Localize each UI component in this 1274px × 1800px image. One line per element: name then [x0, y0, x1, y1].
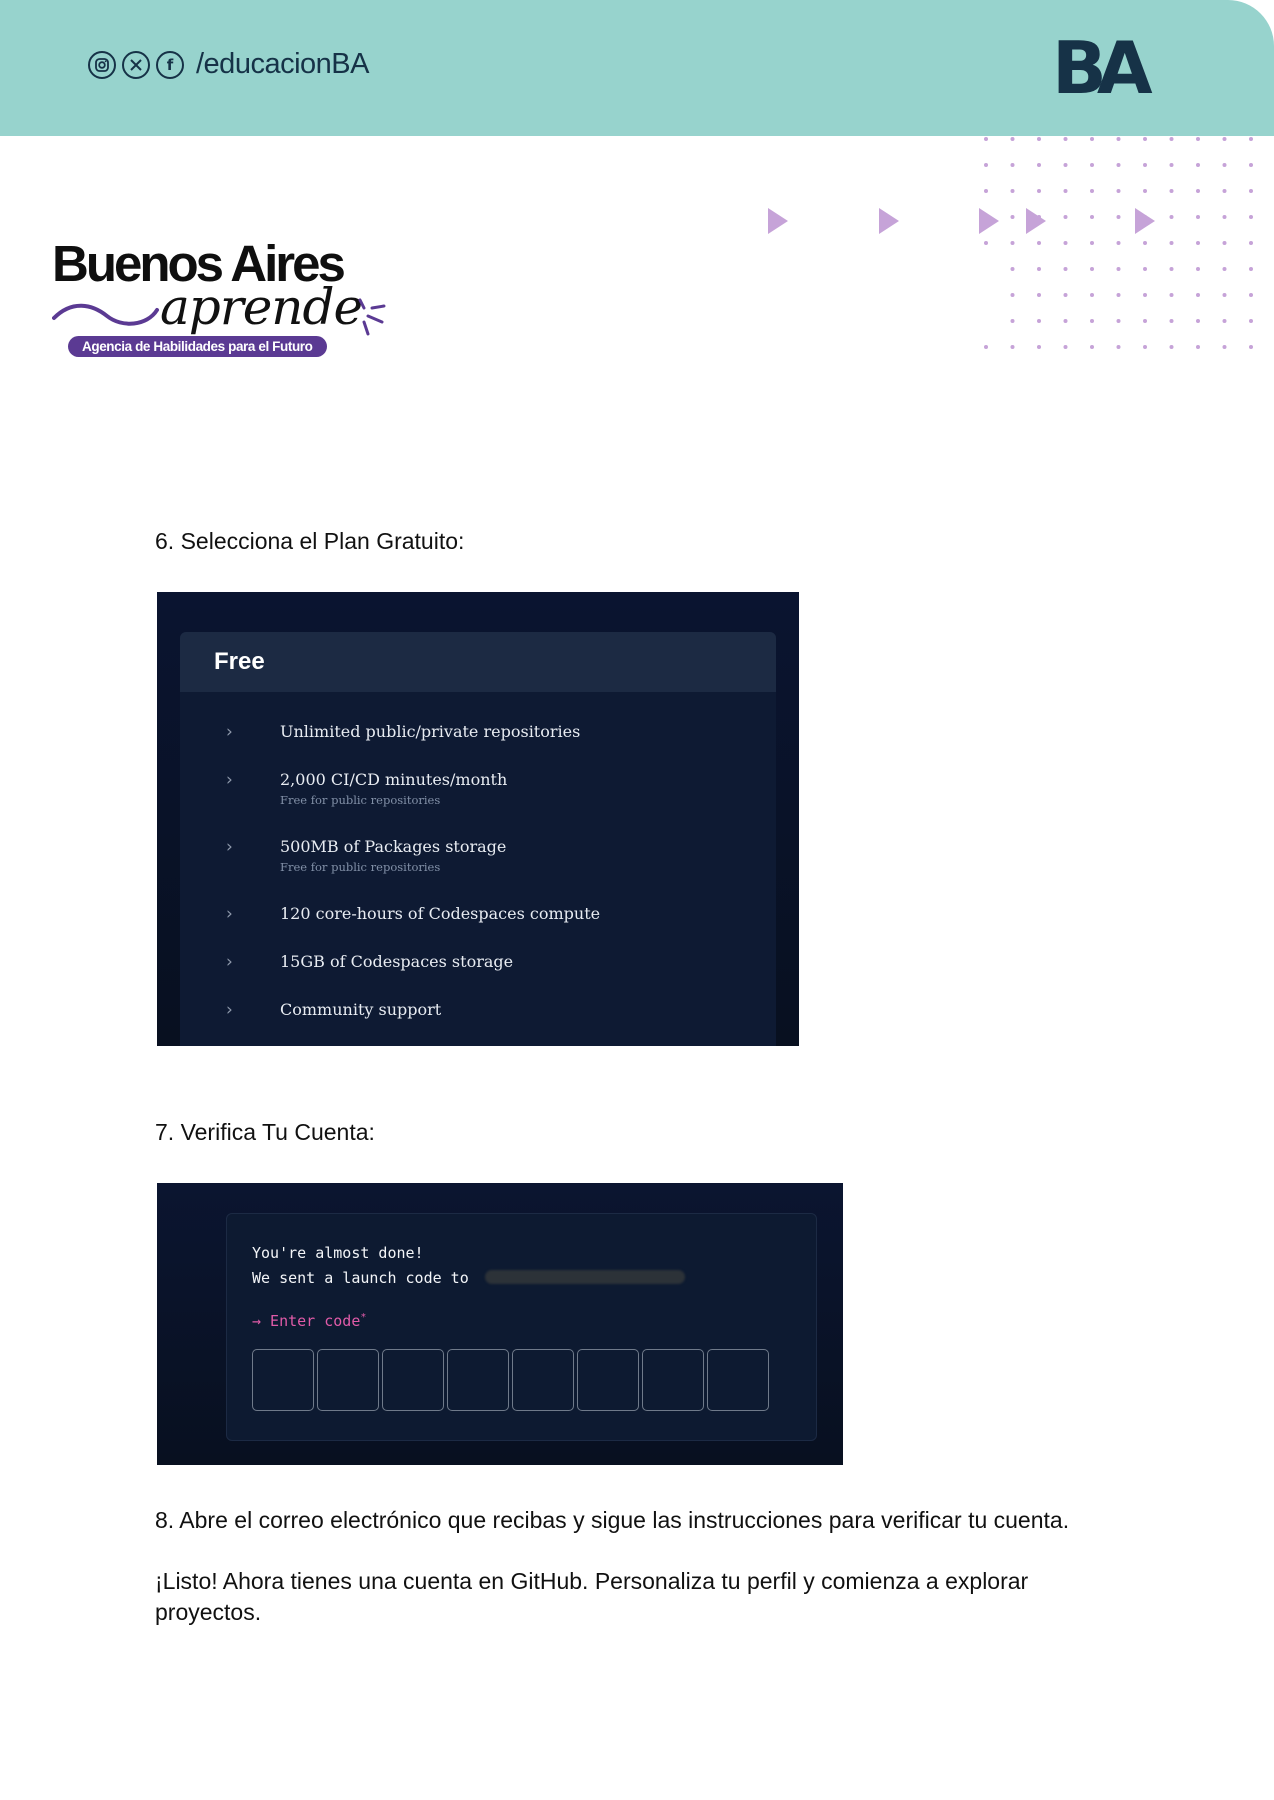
redacted-email: [485, 1270, 685, 1284]
code-digit-input[interactable]: [447, 1349, 509, 1411]
code-input-group: [252, 1349, 769, 1411]
code-digit-input[interactable]: [382, 1349, 444, 1411]
chevron-right-icon: ›: [226, 1000, 233, 1020]
feature-title: 500MB of Packages storage: [280, 837, 507, 856]
chevron-right-icon: ›: [226, 837, 233, 857]
enter-code-prompt: → Enter code: [252, 1312, 361, 1330]
feature-title: 2,000 CI/CD minutes/month: [280, 770, 508, 789]
enter-code-label: → Enter code*: [252, 1312, 366, 1330]
code-digit-input[interactable]: [707, 1349, 769, 1411]
step-7-text: 7. Verifica Tu Cuenta:: [155, 1119, 375, 1145]
free-plan-screenshot: Free › Unlimited public/private reposito…: [157, 592, 799, 1046]
plan-title: Free: [180, 632, 776, 692]
launch-code-card: You're almost done! We sent a launch cod…: [226, 1213, 817, 1441]
feature-title: Unlimited public/private repositories: [280, 722, 581, 741]
closing-text: ¡Listo! Ahora tienes una cuenta en GitHu…: [155, 1568, 1029, 1625]
almost-done-text: You're almost done!: [252, 1244, 424, 1262]
step-8-text: 8. Abre el correo electrónico que reciba…: [155, 1507, 1070, 1533]
feature-title: Community support: [280, 1000, 442, 1019]
chevron-right-icon: ›: [226, 722, 233, 742]
brand-tagline: Agencia de Habilidades para el Futuro: [68, 336, 327, 357]
code-digit-input[interactable]: [642, 1349, 704, 1411]
brand-swoosh: [52, 303, 159, 326]
chevron-right-icon: ›: [226, 904, 233, 924]
feature-title: 15GB of Codespaces storage: [280, 952, 514, 971]
code-digit-input[interactable]: [512, 1349, 574, 1411]
buenos-aires-aprende-logo: Buenos Aires aprende Agencia de Habilida…: [52, 238, 392, 366]
code-digit-input[interactable]: [577, 1349, 639, 1411]
code-digit-input[interactable]: [252, 1349, 314, 1411]
free-plan-card: Free › Unlimited public/private reposito…: [180, 632, 776, 1046]
verify-account-screenshot: You're almost done! We sent a launch cod…: [157, 1183, 843, 1465]
brand-script: aprende: [160, 278, 363, 336]
chevron-right-icon: ›: [226, 952, 233, 972]
required-mark: *: [360, 1312, 367, 1323]
code-digit-input[interactable]: [317, 1349, 379, 1411]
feature-title: 120 core-hours of Codespaces compute: [280, 904, 601, 923]
step-6-text: 6. Selecciona el Plan Gratuito:: [155, 528, 465, 554]
decorative-arrows: [768, 208, 1155, 234]
feature-subtitle: Free for public repositories: [280, 860, 441, 874]
dot-grid: [984, 137, 1253, 349]
brand-spark: [358, 298, 386, 336]
sent-code-text: We sent a launch code to: [252, 1269, 469, 1287]
chevron-right-icon: ›: [226, 770, 233, 790]
feature-subtitle: Free for public repositories: [280, 793, 441, 807]
